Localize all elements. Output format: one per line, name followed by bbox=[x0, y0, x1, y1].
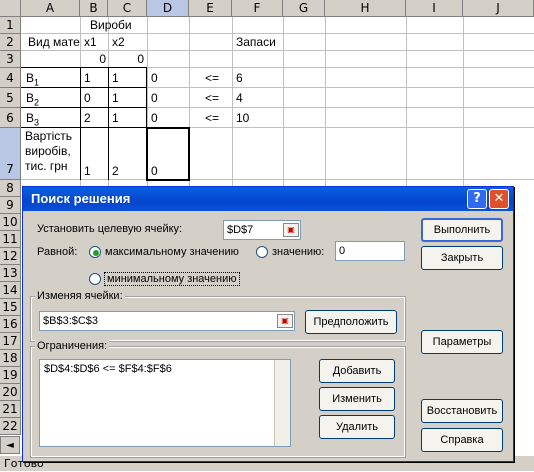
reset-button[interactable]: Восстановить bbox=[421, 399, 503, 423]
add-button[interactable]: Добавить bbox=[319, 359, 395, 383]
changing-cells-label: Изменяя ячейки: bbox=[35, 290, 125, 302]
changing-cells-input[interactable]: $B$3:$C$3 bbox=[39, 311, 295, 331]
column-header-g[interactable]: G bbox=[283, 0, 325, 17]
row-header-9[interactable]: 9 bbox=[0, 197, 21, 214]
column-header-c[interactable]: C bbox=[108, 0, 147, 17]
row-header-15[interactable]: 15 bbox=[0, 299, 21, 316]
row-header-16[interactable]: 16 bbox=[0, 316, 21, 333]
cell-b3[interactable]: 0 bbox=[82, 51, 108, 68]
row-header-17[interactable]: 17 bbox=[0, 333, 21, 350]
cell-c7[interactable]: 2 bbox=[110, 163, 144, 180]
cell-a4[interactable]: B1 bbox=[24, 70, 78, 91]
cell-c4[interactable]: 1 bbox=[110, 70, 144, 87]
column-header-e[interactable]: E bbox=[189, 0, 232, 17]
radio-max-label[interactable]: максимальному значению bbox=[105, 246, 239, 258]
radio-min[interactable] bbox=[89, 273, 101, 285]
cell-d4[interactable]: 0 bbox=[149, 70, 187, 87]
cell-f6[interactable]: 10 bbox=[234, 110, 282, 127]
cell-e5[interactable]: <= bbox=[203, 90, 231, 107]
run-button[interactable]: Выполнить bbox=[421, 218, 503, 242]
cell-d5[interactable]: 0 bbox=[149, 90, 187, 107]
row-header-10[interactable]: 10 bbox=[0, 214, 21, 231]
collapse-dialog-icon[interactable]: ▣ bbox=[283, 223, 299, 237]
row-header-8[interactable]: 8 bbox=[0, 180, 21, 197]
cell-b6[interactable]: 2 bbox=[82, 110, 106, 127]
help-button[interactable]: Справка bbox=[421, 428, 503, 452]
table-border bbox=[108, 67, 109, 180]
radio-value-label[interactable]: значению: bbox=[272, 246, 324, 258]
row-header-21[interactable]: 21 bbox=[0, 401, 21, 418]
cell-c3[interactable]: 0 bbox=[110, 51, 146, 68]
constraints-label: Ограничения: bbox=[35, 340, 110, 352]
cell-f5[interactable]: 4 bbox=[234, 90, 282, 107]
close-button[interactable]: Закрыть bbox=[421, 246, 503, 270]
row-header-7[interactable]: 7 bbox=[0, 128, 21, 180]
cell-e6[interactable]: <= bbox=[203, 110, 231, 127]
cell-c2[interactable]: x2 bbox=[110, 34, 146, 51]
radio-max[interactable] bbox=[89, 246, 101, 258]
column-header-i[interactable]: I bbox=[406, 0, 463, 17]
solver-dialog: Поиск решения ? ✕ Установить целевую яче… bbox=[22, 186, 514, 462]
equal-label: Равной: bbox=[37, 246, 78, 258]
cell-b2[interactable]: x1 bbox=[82, 34, 108, 51]
column-header-d[interactable]: D bbox=[147, 0, 189, 17]
cell-b1[interactable]: Вироби bbox=[88, 17, 148, 34]
cell-a2[interactable]: Вид мате bbox=[26, 34, 82, 51]
radio-value[interactable] bbox=[256, 246, 268, 258]
options-button[interactable]: Параметры bbox=[421, 330, 503, 354]
help-title-button[interactable]: ? bbox=[467, 189, 487, 209]
row-header-13[interactable]: 13 bbox=[0, 265, 21, 282]
cell-f2[interactable]: Запаси bbox=[234, 34, 282, 51]
row-header-20[interactable]: 20 bbox=[0, 384, 21, 401]
cell-d6[interactable]: 0 bbox=[149, 110, 187, 127]
row-header-18[interactable]: 18 bbox=[0, 350, 21, 367]
column-header-f[interactable]: F bbox=[232, 0, 283, 17]
row-header-4[interactable]: 4 bbox=[0, 68, 21, 88]
cell-b4[interactable]: 1 bbox=[82, 70, 106, 87]
select-all-corner[interactable] bbox=[0, 0, 21, 17]
row-header-1[interactable]: 1 bbox=[0, 17, 21, 34]
column-header-j[interactable]: J bbox=[463, 0, 534, 17]
row-header-5[interactable]: 5 bbox=[0, 88, 21, 108]
close-title-button[interactable]: ✕ bbox=[489, 189, 509, 209]
collapse-dialog-icon[interactable]: ▣ bbox=[277, 314, 293, 328]
radio-selected-dot bbox=[93, 250, 99, 256]
row-header-2[interactable]: 2 bbox=[0, 34, 21, 51]
value-input[interactable]: 0 bbox=[335, 241, 405, 261]
row-header-14[interactable]: 14 bbox=[0, 282, 21, 299]
cell-a7[interactable]: Вартість виробів, тис. грн bbox=[23, 129, 79, 179]
cell-b5[interactable]: 0 bbox=[82, 90, 106, 107]
column-header-h[interactable]: H bbox=[325, 0, 406, 17]
column-header-a[interactable]: A bbox=[21, 0, 80, 17]
cell-b7[interactable]: 1 bbox=[82, 163, 106, 180]
change-button[interactable]: Изменить bbox=[319, 387, 395, 411]
active-cell-border bbox=[146, 127, 190, 181]
table-border bbox=[80, 67, 81, 180]
cell-a5[interactable]: B2 bbox=[24, 90, 78, 111]
cell-f4[interactable]: 6 bbox=[234, 70, 282, 87]
sheet-tab-nav-first[interactable]: ◄ bbox=[0, 436, 20, 454]
row-header-22[interactable]: 22 bbox=[0, 418, 21, 435]
column-header-b[interactable]: B bbox=[80, 0, 108, 17]
constraints-scrollbar[interactable] bbox=[274, 360, 290, 446]
guess-button[interactable]: Предположить bbox=[305, 310, 397, 334]
row-header-11[interactable]: 11 bbox=[0, 231, 21, 248]
dialog-title[interactable]: Поиск решения bbox=[23, 187, 513, 211]
constraint-item[interactable]: $D$4:$D$6 <= $F$4:$F$6 bbox=[44, 363, 172, 375]
row-header-12[interactable]: 12 bbox=[0, 248, 21, 265]
row-header-3[interactable]: 3 bbox=[0, 51, 21, 68]
cell-e4[interactable]: <= bbox=[203, 70, 231, 87]
cell-c6[interactable]: 1 bbox=[110, 110, 144, 127]
row-header-6[interactable]: 6 bbox=[0, 108, 21, 128]
constraints-list[interactable]: $D$4:$D$6 <= $F$4:$F$6 bbox=[39, 359, 291, 447]
row-header-19[interactable]: 19 bbox=[0, 367, 21, 384]
target-cell-label: Установить целевую ячейку: bbox=[37, 223, 183, 235]
cell-c5[interactable]: 1 bbox=[110, 90, 144, 107]
radio-min-label[interactable]: минимальному значению bbox=[104, 272, 240, 286]
delete-button[interactable]: Удалить bbox=[319, 415, 395, 439]
